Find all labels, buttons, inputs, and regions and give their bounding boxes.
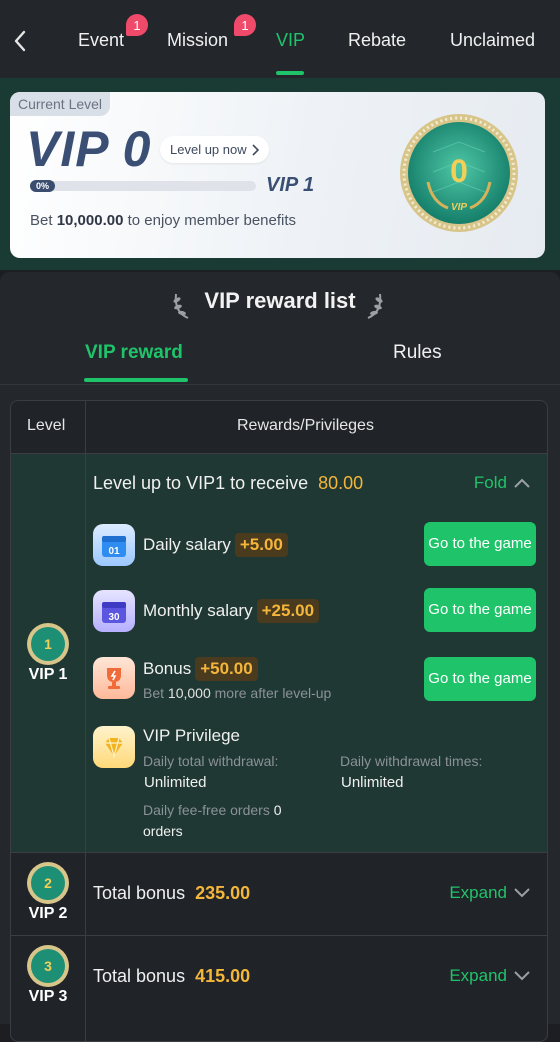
level-up-now-label: Level up now: [170, 142, 247, 157]
bonus-req-suffix: more after level-up: [214, 685, 332, 701]
mission-badge: 1: [234, 14, 256, 36]
vip2-expand-label: Expand: [449, 883, 507, 902]
bonus-req-amount: 10,000: [167, 685, 211, 701]
bet-prefix: Bet: [30, 212, 53, 229]
bonus-text: Bonus: [143, 659, 192, 678]
svg-text:2: 2: [44, 875, 52, 891]
fee-free-orders: Daily fee-free orders 0: [143, 802, 282, 818]
column-divider: [85, 401, 86, 1041]
vip3-expand-label: Expand: [449, 966, 507, 985]
monthly-salary-label: Monthly salary +25.00: [143, 599, 320, 623]
col-rewards-header: Rewards/Privileges: [237, 417, 374, 434]
level-up-now-button[interactable]: Level up now: [160, 136, 269, 163]
daily-total-withdrawal-value: Unlimited: [144, 774, 207, 791]
vip2-total-amount: 235.00: [195, 883, 251, 903]
vip2-medal-icon: 2: [27, 862, 69, 904]
svg-text:01: 01: [108, 546, 120, 557]
progress-percent: 0%: [30, 180, 56, 192]
reward-list-title: VIP reward list: [204, 288, 356, 313]
vip3-total-bonus: Total bonus 415.00: [93, 966, 250, 987]
tab-rules[interactable]: Rules: [393, 342, 442, 364]
tab-vip[interactable]: VIP: [276, 30, 305, 51]
vip2-total-bonus: Total bonus 235.00: [93, 883, 250, 904]
level-progress-bar: 0%: [30, 180, 256, 192]
table-header: Level Rewards/Privileges: [11, 401, 547, 454]
vip1-level-cell: 1 VIP 1: [11, 454, 85, 852]
row-divider: [11, 852, 547, 853]
table-row-vip1: 1 VIP 1: [11, 454, 547, 852]
chevron-down-icon: [514, 971, 530, 981]
divider: [0, 384, 560, 385]
bonus-req-prefix: Bet: [143, 685, 165, 701]
vip-reward-table: Level Rewards/Privileges 1 VIP 1 Level u…: [10, 400, 548, 1042]
svg-text:VIP: VIP: [451, 202, 467, 213]
daily-salary-go-button[interactable]: Go to the game: [424, 522, 536, 566]
vip-privilege-title: VIP Privilege: [143, 726, 241, 745]
vip3-total-amount: 415.00: [195, 966, 251, 986]
chevron-down-icon: [514, 888, 530, 898]
chevron-right-icon: [252, 143, 259, 156]
vip3-level-label: VIP 3: [28, 988, 68, 1005]
vip1-medal-icon: 1: [27, 623, 69, 665]
vip-medal-icon: 0 VIP: [398, 112, 520, 234]
fold-button[interactable]: Fold: [474, 473, 531, 493]
daily-total-withdrawal-label: Daily total withdrawal:: [143, 753, 279, 769]
bonus-amount: +50.00: [195, 657, 258, 681]
svg-text:30: 30: [108, 612, 120, 623]
laurel-right-icon: [367, 293, 383, 319]
daily-salary-text: Daily salary: [143, 535, 231, 554]
monthly-salary-amount: +25.00: [256, 599, 320, 623]
tab-vip-reward[interactable]: VIP reward: [85, 342, 183, 364]
fee-free-value: 0: [273, 802, 282, 818]
trophy-icon: [93, 657, 135, 699]
vip3-medal-icon: 3: [27, 945, 69, 987]
daily-salary-label: Daily salary +5.00: [143, 533, 288, 557]
vip1-header-text: Level up to VIP1 to receive: [93, 473, 309, 493]
vip2-total-label: Total bonus: [93, 883, 186, 903]
bonus-go-button[interactable]: Go to the game: [424, 657, 536, 701]
top-nav: Event 1 Mission 1 VIP Rebate Unclaimed: [0, 0, 560, 79]
bonus-label: Bonus +50.00: [143, 657, 258, 681]
vip1-header-amount: 80.00: [318, 473, 364, 493]
col-level-header: Level: [27, 417, 66, 434]
chevron-up-icon: [514, 478, 530, 488]
vip3-total-label: Total bonus: [93, 966, 186, 986]
bet-requirement: Bet 10,000.00 to enjoy member benefits: [30, 212, 296, 229]
current-level-tag: Current Level: [10, 92, 111, 116]
next-vip-level: VIP 1: [266, 174, 315, 196]
bet-suffix: to enjoy member benefits: [127, 212, 297, 229]
event-badge: 1: [126, 14, 148, 36]
daily-withdrawal-times-value: Unlimited: [341, 774, 404, 791]
tab-vip-reward-indicator: [84, 378, 188, 382]
tab-rebate[interactable]: Rebate: [348, 30, 406, 51]
current-vip-level: VIP 0: [26, 121, 152, 177]
fee-free-label: Daily fee-free orders: [143, 802, 270, 818]
bet-amount: 10,000.00: [56, 212, 124, 229]
tab-event[interactable]: Event: [78, 30, 124, 51]
fee-free-suffix: orders: [143, 823, 183, 839]
svg-text:3: 3: [44, 958, 52, 974]
vip1-header: Level up to VIP1 to receive 80.00: [93, 473, 363, 494]
vip3-expand-button[interactable]: Expand: [449, 966, 531, 986]
diamond-icon: [93, 726, 135, 768]
vip1-level-label: VIP 1: [28, 666, 68, 683]
monthly-salary-go-button[interactable]: Go to the game: [424, 588, 536, 632]
tab-mission[interactable]: Mission: [167, 30, 228, 51]
daily-salary-amount: +5.00: [234, 533, 288, 557]
vip2-level-label: VIP 2: [28, 905, 68, 922]
svg-text:1: 1: [44, 636, 52, 652]
tab-vip-indicator: [276, 71, 304, 75]
calendar-30-icon: 30: [93, 590, 135, 632]
fold-label: Fold: [473, 473, 507, 492]
back-arrow-icon[interactable]: [8, 26, 32, 56]
svg-text:0: 0: [450, 153, 468, 189]
row-divider: [11, 935, 547, 936]
vip2-expand-button[interactable]: Expand: [449, 883, 531, 903]
monthly-salary-text: Monthly salary: [143, 601, 253, 620]
current-level-card: Current Level VIP 0 Level up now 0% VIP …: [10, 92, 545, 258]
daily-withdrawal-times-label: Daily withdrawal times:: [340, 753, 483, 769]
bonus-requirement: Bet 10,000 more after level-up: [143, 685, 331, 701]
tab-unclaimed[interactable]: Unclaimed: [450, 30, 535, 51]
calendar-01-icon: 01: [93, 524, 135, 566]
